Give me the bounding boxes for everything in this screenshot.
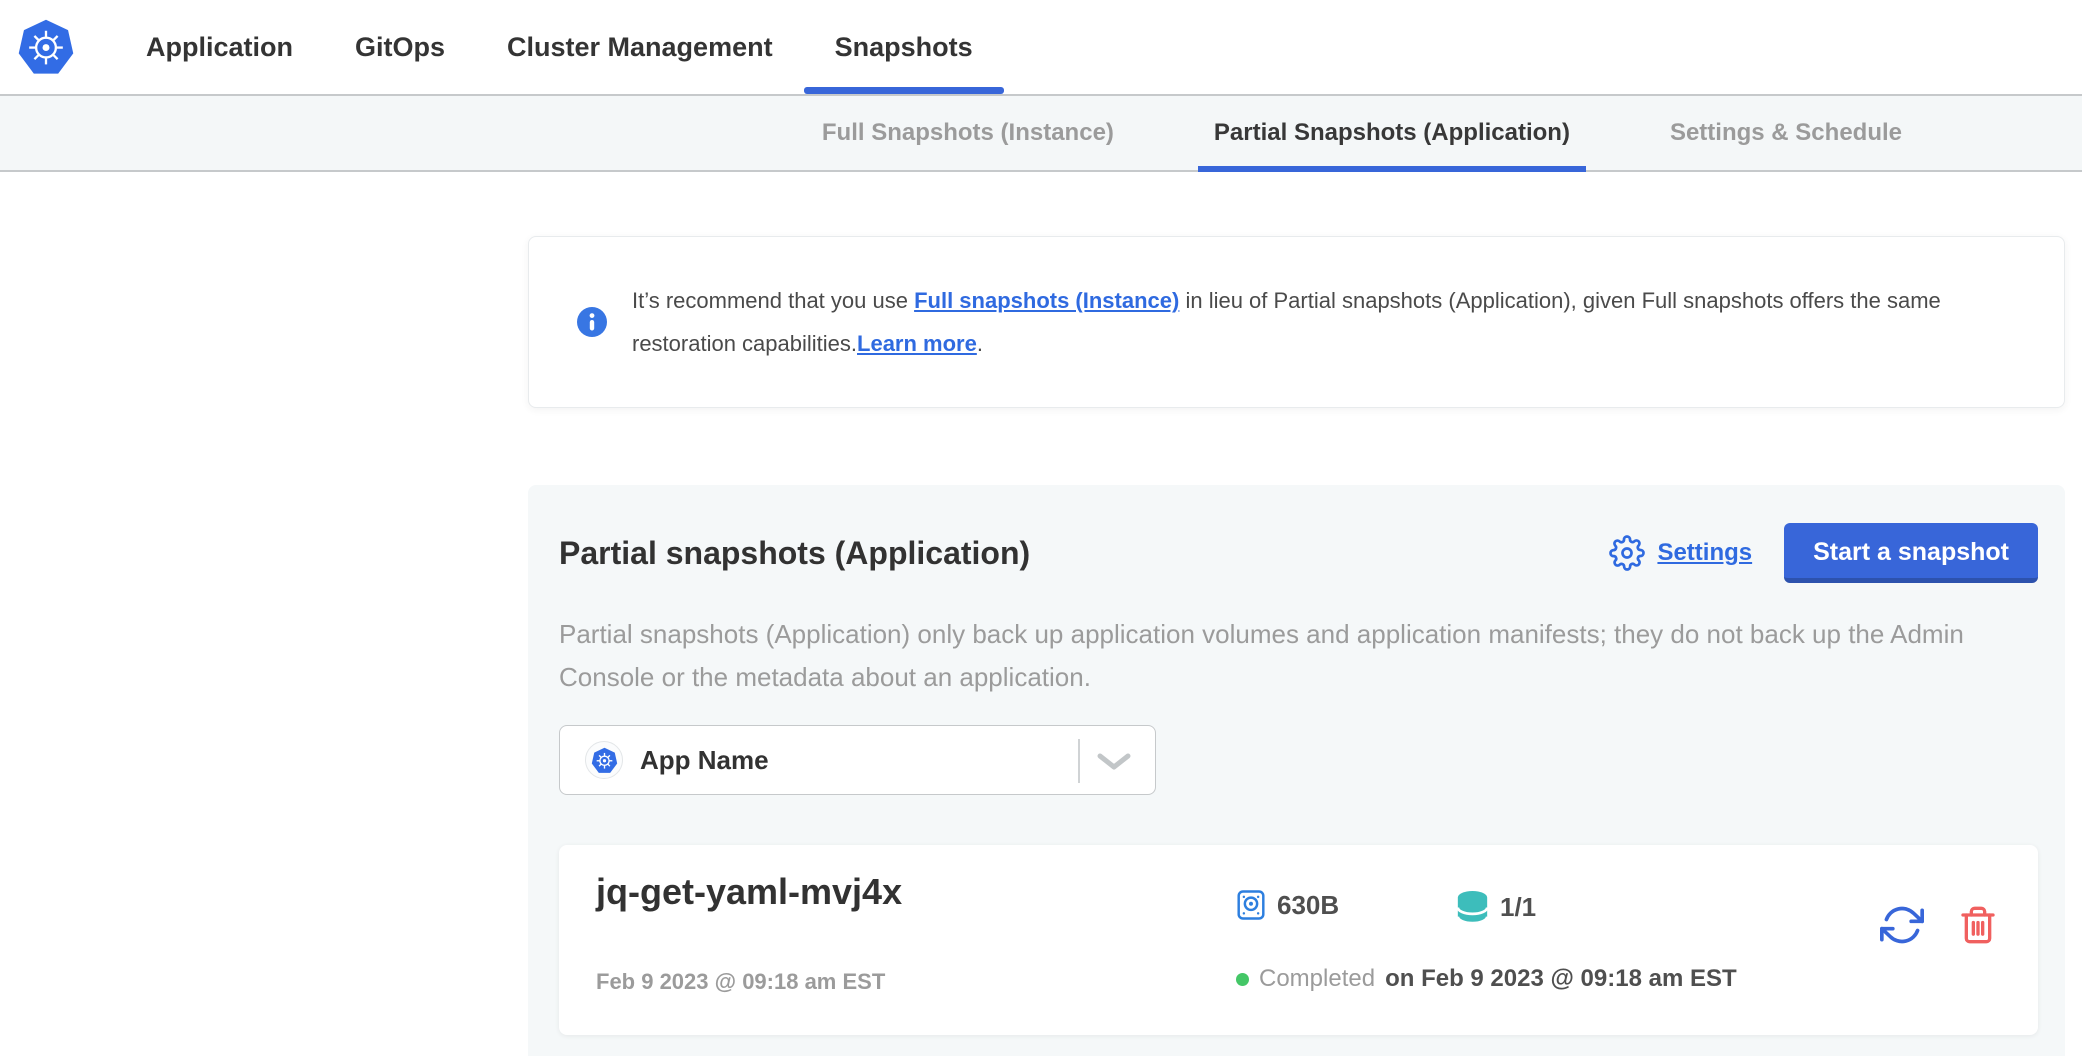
kubernetes-logo-icon — [17, 18, 75, 76]
snapshot-settings-link[interactable]: Settings — [1609, 535, 1752, 571]
app-select-value: App Name — [640, 745, 769, 776]
volumes-icon — [1456, 889, 1489, 926]
snapshot-actions — [1880, 903, 1998, 947]
nav-item-application[interactable]: Application — [115, 0, 324, 94]
status-finished-prefix: on — [1385, 965, 1414, 992]
snapshot-volumes-metric: 1/1 — [1456, 889, 1536, 926]
snapshot-row[interactable]: jq-get-yaml-mvj4x Feb 9 2023 @ 09:18 am … — [559, 845, 2038, 1035]
snapshot-started-at: Feb 9 2023 @ 09:18 am EST — [596, 969, 885, 995]
status-dot-icon — [1236, 973, 1249, 986]
full-snapshots-link[interactable]: Full snapshots (Instance) — [914, 288, 1179, 313]
banner-text: It’s recommend that you use Full snapsho… — [632, 279, 1994, 365]
app-name-select[interactable]: App Name — [559, 725, 1156, 795]
tab-settings-schedule[interactable]: Settings & Schedule — [1654, 96, 1918, 170]
snapshot-size-value: 630B — [1277, 890, 1339, 921]
start-snapshot-button[interactable]: Start a snapshot — [1784, 523, 2038, 583]
gear-icon — [1609, 535, 1645, 571]
banner-text-before: It’s recommend that you use — [632, 288, 914, 313]
info-banner: It’s recommend that you use Full snapsho… — [528, 236, 2065, 408]
restore-snapshot-button[interactable] — [1880, 903, 1924, 947]
nav-item-snapshots[interactable]: Snapshots — [804, 0, 1004, 94]
app-logo-badge — [585, 741, 623, 779]
partial-snapshots-panel: Partial snapshots (Application) Settings… — [528, 485, 2065, 1056]
learn-more-link[interactable]: Learn more — [857, 331, 977, 356]
main-nav: Application GitOps Cluster Management Sn… — [115, 0, 1004, 94]
tab-full-snapshots[interactable]: Full Snapshots (Instance) — [806, 96, 1130, 170]
nav-item-gitops[interactable]: GitOps — [324, 0, 476, 94]
trash-icon — [1958, 904, 1998, 946]
snapshots-subtab-bar: Full Snapshots (Instance) Partial Snapsh… — [0, 96, 2082, 172]
snapshot-name: jq-get-yaml-mvj4x — [596, 871, 902, 913]
status-finished-at: on Feb 9 2023 @ 09:18 am EST — [1385, 965, 1737, 993]
nav-item-cluster-management[interactable]: Cluster Management — [476, 0, 804, 94]
status-label: Completed — [1259, 965, 1375, 993]
settings-link-label: Settings — [1657, 539, 1752, 567]
panel-header-actions: Settings Start a snapshot — [1609, 523, 2038, 583]
delete-snapshot-button[interactable] — [1958, 904, 1998, 946]
snapshot-volumes-value: 1/1 — [1500, 892, 1536, 923]
panel-header: Partial snapshots (Application) Settings… — [559, 523, 2038, 583]
panel-description: Partial snapshots (Application) only bac… — [559, 613, 2037, 699]
app-header: Application GitOps Cluster Management Sn… — [0, 0, 2082, 96]
banner-text-after: . — [977, 331, 983, 356]
snapshot-status: Completed on Feb 9 2023 @ 09:18 am EST — [1236, 965, 1737, 993]
panel-title: Partial snapshots (Application) — [559, 535, 1030, 572]
info-icon — [577, 307, 607, 337]
page-content: It’s recommend that you use Full snapsho… — [528, 236, 2065, 1056]
disk-size-icon — [1236, 889, 1266, 921]
chevron-down-icon — [1097, 753, 1131, 771]
select-divider — [1078, 739, 1080, 783]
status-finished-date: Feb 9 2023 @ 09:18 am EST — [1421, 965, 1737, 992]
kubernetes-app-icon — [591, 747, 618, 774]
restore-icon — [1880, 903, 1924, 947]
tab-partial-snapshots[interactable]: Partial Snapshots (Application) — [1198, 96, 1586, 170]
snapshot-size-metric: 630B — [1236, 889, 1339, 921]
